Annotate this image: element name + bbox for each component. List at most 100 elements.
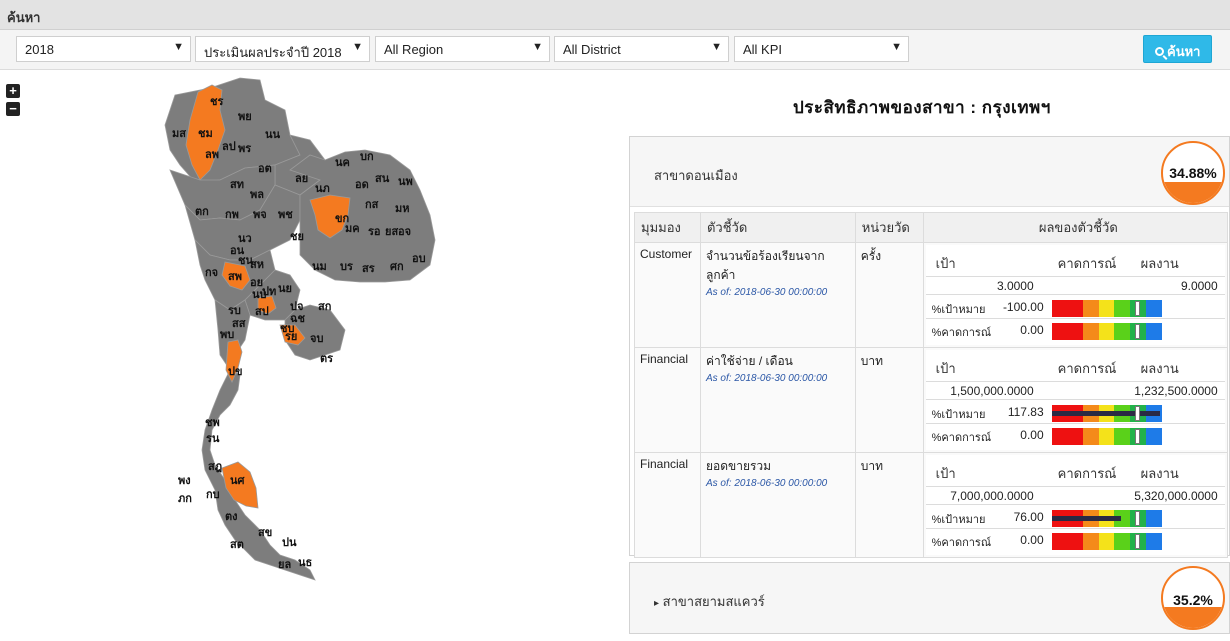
result-actual-label: ผลงาน [1140, 466, 1179, 481]
kpi-result-values: 1,500,000.0000 1,232,500.0000 [925, 382, 1225, 400]
branch-score-gauge: 34.88% [1161, 141, 1225, 205]
bar-marker [1135, 429, 1141, 444]
kpi-result: เป้า คาดการณ์ ผลงาน 7,000,000.0000 5,320,000… [922, 452, 1229, 558]
province-label: พล [250, 188, 264, 201]
result-target-label: เป้า [935, 361, 956, 376]
province-label: ปข [228, 365, 243, 378]
bar-band [1145, 428, 1162, 445]
result-target-value: 3.0000 [996, 279, 1034, 293]
col-unit: หน่วยวัด [854, 212, 924, 243]
province-label: พง [178, 474, 191, 487]
filter-bar: 2018 ▼ ประเมินผลประจำปี 2018 ▼ All Regio… [0, 30, 1230, 70]
province-label: นน [265, 128, 281, 141]
pct-target-label: %เป้าหมาย [931, 409, 986, 421]
kpi-select-value: All KPI [743, 42, 783, 57]
branch-card-header[interactable]: ▸ สาขาสยามสแควร์ 35.2% [630, 563, 1229, 633]
province-label: สข [258, 526, 272, 539]
kpi-asof: As of: 2018-06-30 00:00:00 [705, 287, 828, 298]
bar-band [1098, 300, 1115, 317]
branch-card: ▸ สาขาสยามสแควร์ 35.2% [629, 562, 1230, 634]
province-label: สป [255, 305, 269, 318]
bar-band [1145, 533, 1162, 550]
province-label: พย [238, 110, 252, 123]
province-label: ปท [262, 285, 276, 298]
thailand-map[interactable]: ชรพยมส ชมลพลป พรนนอตสทตกพลกพ พจ พชนวอนชนสหกจ… [150, 70, 450, 600]
kpi-result-header: เป้า คาดการณ์ ผลงาน [925, 350, 1225, 382]
evaluation-select-value: ประเมินผลประจำปี 2018 [204, 45, 342, 60]
kpi-result-header: เป้า คาดการณ์ ผลงาน [925, 245, 1225, 277]
province-label: ลป [222, 140, 236, 153]
province-label: นม [312, 260, 327, 273]
branch-card-header[interactable]: สาขาดอนเมือง 34.88% [630, 137, 1229, 207]
province-label: ตก [195, 205, 209, 218]
evaluation-select[interactable]: ประเมินผลประจำปี 2018 ▼ [195, 36, 370, 62]
search-button-label: ค้นหา [1167, 44, 1201, 59]
kpi-row: Customer จำนวนข้อร้องเรียนจากลูกค้า As of:… [634, 242, 1229, 348]
province-label: อจ [398, 225, 411, 238]
kpi-indicator: ค่าใช้จ่าย / เดือน As of: 2018-06-30 00:0… [699, 347, 856, 453]
region-select[interactable]: All Region ▼ [375, 36, 550, 62]
result-target-value: 7,000,000.0000 [950, 489, 1034, 503]
pct-target-value: 117.83 [1007, 405, 1044, 419]
kpi-unit: บาท [854, 452, 924, 558]
bar-band [1083, 533, 1099, 550]
province-label: นย [278, 282, 292, 295]
province-label: อต [258, 162, 272, 175]
province-label: รบ [228, 304, 241, 317]
bar-band [1083, 300, 1099, 317]
kpi-indicator: ยอดขายรวม As of: 2018-06-30 00:00:00 [699, 452, 856, 558]
year-select[interactable]: 2018 ▼ [16, 36, 191, 62]
province-label: พช [278, 208, 293, 221]
province-label: ชร [210, 95, 223, 108]
province-label: พร [238, 142, 251, 155]
kpi-asof: As of: 2018-06-30 00:00:00 [705, 478, 828, 489]
kpi-perspective: Financial [634, 452, 701, 558]
bar-band [1114, 300, 1131, 317]
caret-down-icon: ▼ [711, 41, 722, 53]
bar-band [1114, 533, 1131, 550]
bar-marker [1135, 324, 1141, 339]
pct-target-label: %เป้าหมาย [931, 514, 986, 526]
bar-band [1098, 533, 1115, 550]
result-actual-value: 5,320,000.0000 [1134, 489, 1218, 503]
pct-forecast-label: %คาดการณ์ [931, 537, 992, 549]
branch-name: สาขาดอนเมือง [654, 168, 738, 183]
bar-band [1098, 428, 1115, 445]
kpi-select[interactable]: All KPI ▼ [734, 36, 909, 62]
bar-band [1083, 428, 1099, 445]
bar-band [1083, 323, 1099, 340]
province-label: สฎ [208, 460, 222, 473]
district-select[interactable]: All District ▼ [554, 36, 729, 62]
province-label: มค [345, 222, 360, 235]
bar-marker [1135, 511, 1141, 526]
map-province[interactable] [201, 369, 316, 581]
kpi-result-values: 3.0000 9.0000 [925, 277, 1225, 295]
province-label: ปน [282, 536, 297, 549]
province-label: นพ [398, 175, 413, 188]
bar-band [1114, 428, 1131, 445]
search-button[interactable]: ค้นหา [1143, 35, 1212, 63]
province-label: ชพ [205, 416, 220, 429]
province-label: ยส [385, 225, 398, 238]
page-title: ประสิทธิภาพของสาขา : กรุงเทพฯ [793, 98, 1051, 117]
result-target-label: เป้า [935, 256, 956, 271]
pct-target-row: %เป้าหมาย -100.00 [925, 297, 1225, 319]
branch-name-text: สาขาสยามสแควร์ [662, 594, 765, 609]
kpi-result-panel: เป้า คาดการณ์ ผลงาน 7,000,000.0000 5,320,000… [925, 455, 1225, 555]
pct-target-value: -100.00 [1002, 300, 1044, 314]
zoom-out-button[interactable]: − [6, 102, 20, 116]
region-select-value: All Region [384, 42, 444, 57]
result-target-label: เป้า [935, 466, 956, 481]
result-forecast-label: คาดการณ์ [1057, 361, 1117, 376]
bar-band [1067, 323, 1084, 340]
province-label: มห [395, 202, 410, 215]
province-label: สน [375, 172, 390, 185]
col-indicator: ตัวชี้วัด [699, 212, 856, 243]
district-select-value: All District [563, 42, 621, 57]
kpi-indicator-name: จำนวนข้อร้องเรียนจากลูกค้า [705, 249, 825, 282]
bar-band [1145, 323, 1162, 340]
zoom-in-button[interactable]: + [6, 84, 20, 98]
bar-marker [1135, 406, 1141, 421]
province-label: ลย [295, 172, 308, 185]
bar-band [1051, 428, 1068, 445]
